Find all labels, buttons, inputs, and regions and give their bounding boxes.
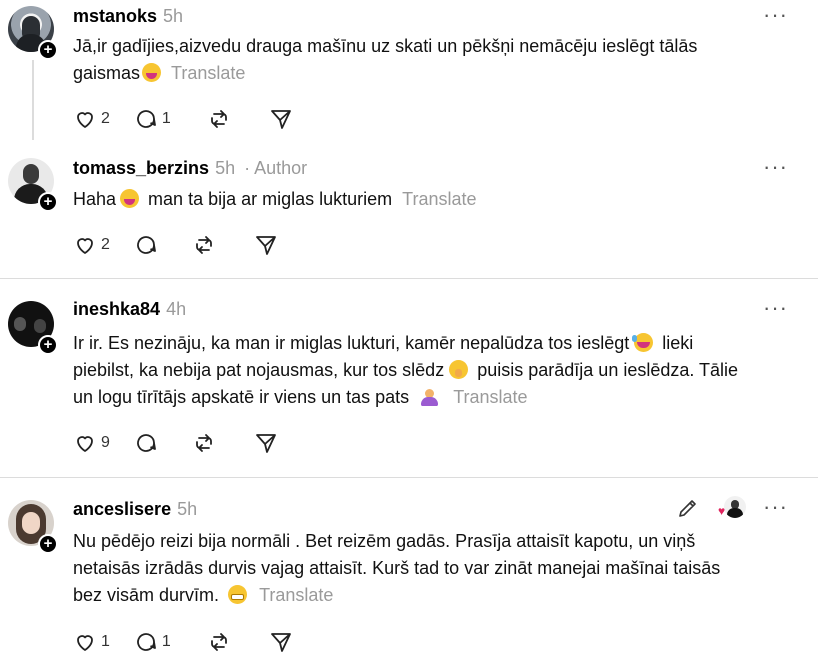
action-bar: 9 [73,430,302,456]
translate-link[interactable]: Translate [402,189,476,209]
post-owner-tools: ♥ [676,496,746,520]
grinning-emoji-icon [120,189,140,208]
reply-anceslisere: + anceslisere 5h ♥ ··· Nu pēdējo reizi bi… [0,478,818,656]
reply-ineshka84: + ineshka84 4h ··· Ir ir. Es nezināju, ka… [0,279,818,477]
follow-plus-icon[interactable]: + [38,534,58,554]
share-button[interactable] [254,430,278,456]
rofl-emoji-icon [632,333,654,352]
repost-button[interactable] [192,430,216,456]
reply-count: 1 [161,633,171,650]
username[interactable]: anceslisere 5h [73,499,197,520]
action-bar: 2 [73,232,302,258]
follow-plus-icon[interactable]: + [38,335,58,355]
grinning-emoji-icon [142,63,162,82]
reply-button[interactable]: 1 [134,106,171,132]
repost-button[interactable] [207,629,231,655]
repost-button[interactable] [192,232,216,258]
timestamp: 5h [215,158,236,178]
shushing-emoji-icon [449,360,469,379]
share-button[interactable] [269,106,293,132]
liked-by-author-icon: ♥ [718,496,746,520]
timestamp: 4h [166,299,187,319]
like-button[interactable]: 1 [73,629,110,655]
shrug-emoji-icon [420,387,439,406]
like-count: 2 [101,110,110,127]
comment-icon [137,110,156,128]
comment-icon [137,633,156,651]
author-badge: · Author [244,158,308,178]
send-icon [270,110,291,129]
send-icon [256,434,276,453]
repost-icon [196,236,212,254]
like-button[interactable]: 2 [73,106,110,132]
like-button[interactable]: 2 [73,232,110,258]
avatar-tomass-berzins[interactable]: + [8,158,58,212]
reply-button[interactable]: 1 [134,629,171,655]
reply-tomass-berzins: + tomass_berzins 5h · Author ··· Haha man… [0,140,818,278]
reply-count: 1 [161,110,171,127]
repost-icon [196,434,212,452]
avatar-ineshka84[interactable]: + [8,301,58,355]
timestamp: 5h [163,6,184,26]
reply-button[interactable] [134,430,158,456]
heart-icon [77,635,93,651]
timestamp: 5h [177,499,198,519]
follow-plus-icon[interactable]: + [38,192,58,212]
more-options-button[interactable]: ··· [763,494,788,520]
send-icon [256,236,276,255]
grimacing-emoji-icon [228,585,248,604]
like-count: 2 [101,236,110,253]
more-options-button[interactable]: ··· [763,2,788,28]
username[interactable]: tomass_berzins 5h · Author [73,158,307,179]
translate-link[interactable]: Translate [453,387,527,407]
reply-text: Haha man ta bija ar miglas lukturiem Tran… [73,189,477,209]
repost-icon [210,633,227,651]
like-count: 9 [101,434,110,451]
action-bar: 2 1 [73,106,317,132]
reply-text: Ir ir. Es nezināju, ka man ir miglas luk… [73,333,739,407]
repost-icon [210,110,227,128]
like-count: 1 [101,633,110,650]
action-bar: 1 1 [73,629,317,655]
username[interactable]: ineshka84 4h [73,299,186,320]
reply-text: Jā,ir gadījies,aizvedu drauga mašīnu uz … [73,36,698,83]
username[interactable]: mstanoks 5h [73,6,183,27]
more-options-button[interactable]: ··· [763,295,788,321]
translate-link[interactable]: Translate [171,63,245,83]
reply-mstanoks: + mstanoks 5h ··· Jā,ir gadījies,aizvedu … [0,0,818,140]
like-button[interactable]: 9 [73,430,110,456]
avatar-anceslisere[interactable]: + [8,500,58,554]
share-button[interactable] [269,629,293,655]
repost-button[interactable] [207,106,231,132]
more-options-button[interactable]: ··· [763,154,788,180]
comment-icon [137,236,156,254]
comment-icon [137,434,156,452]
heart-icon [77,112,93,128]
translate-link[interactable]: Translate [259,585,333,605]
heart-icon [77,436,93,452]
share-button[interactable] [254,232,278,258]
reply-button[interactable] [134,232,158,258]
avatar-mstanoks[interactable]: + [8,6,58,60]
send-icon [270,633,291,652]
pencil-icon[interactable] [676,496,700,520]
heart-icon [77,238,93,254]
thread-line [32,60,34,140]
follow-plus-icon[interactable]: + [38,40,58,60]
reply-text: Nu pēdējo reizi bija normāli . Bet reizē… [73,531,721,605]
